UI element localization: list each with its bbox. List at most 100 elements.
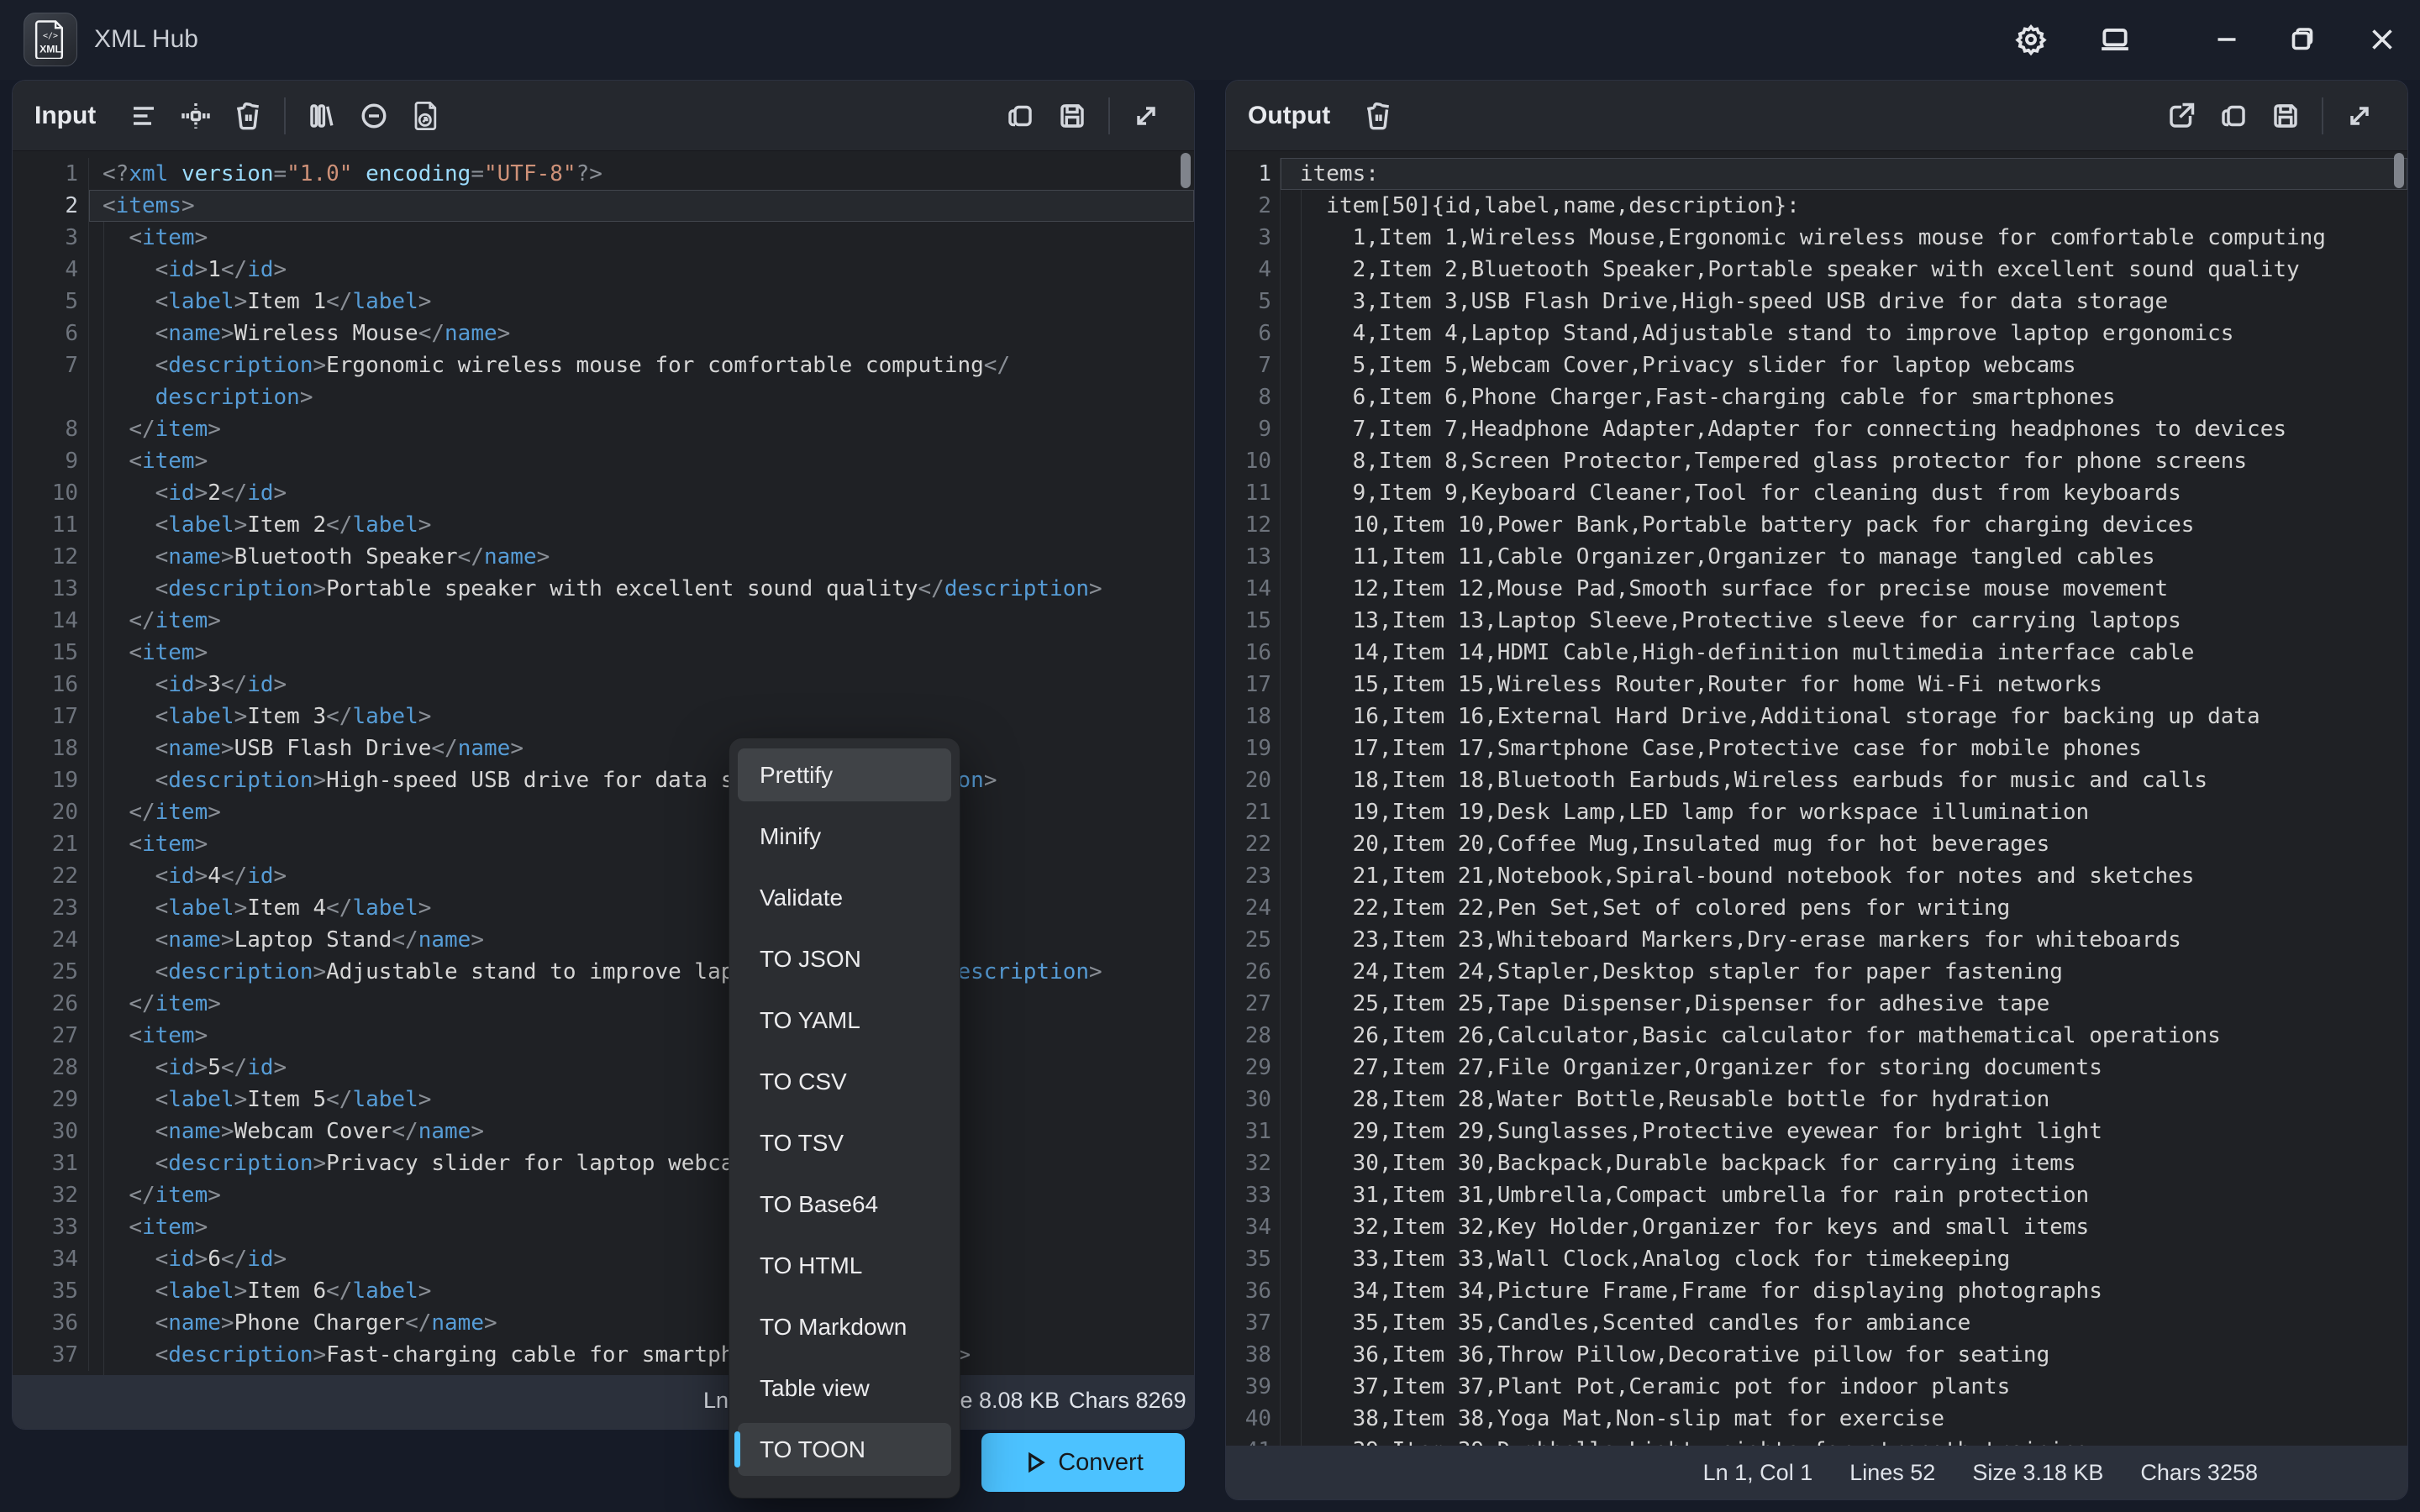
minimize-button[interactable] — [2197, 10, 2256, 69]
copy-input-button[interactable] — [994, 92, 1046, 140]
code-line: 30 28,Item 28,Water Bottle,Reusable bott… — [1226, 1084, 2407, 1116]
menu-item-to-html[interactable]: TO HTML — [738, 1239, 951, 1292]
menu-item-table-view[interactable]: Table view — [738, 1362, 951, 1415]
input-status-bar: Ln Size 8.08 KB Chars 8269 — [13, 1375, 1194, 1429]
menu-item-prettify[interactable]: Prettify — [738, 748, 951, 801]
line-number: 19 — [13, 764, 88, 796]
menu-item-to-json[interactable]: TO JSON — [738, 932, 951, 985]
line-number: 16 — [13, 669, 88, 701]
convert-button[interactable]: Convert — [981, 1433, 1185, 1492]
indent-guide — [103, 222, 104, 1377]
line-number: 3 — [13, 222, 88, 254]
input-vertical-scrollbar[interactable] — [1181, 153, 1191, 188]
code-line: 5 <label>Item 1</label> — [13, 286, 1194, 318]
compress-icon — [181, 101, 211, 131]
code-line: 16 <id>3</id> — [13, 669, 1194, 701]
output-panel: Output — [1225, 80, 2408, 1500]
menu-item-to-markdown[interactable]: TO Markdown — [738, 1300, 951, 1353]
line-number: 1 — [13, 158, 88, 190]
code-line: 12 10,Item 10,Power Bank,Portable batter… — [1226, 509, 2407, 541]
menu-item-to-base64[interactable]: TO Base64 — [738, 1178, 951, 1231]
file-import-icon — [411, 101, 441, 131]
status-item: Ln 1, Col 1 — [1703, 1460, 1813, 1486]
gear-icon — [2015, 24, 2047, 55]
char-count: Chars 8269 — [1069, 1388, 1186, 1414]
menu-item-validate[interactable]: Validate — [738, 871, 951, 924]
clear-input-button[interactable] — [222, 92, 274, 140]
link-button[interactable] — [348, 92, 400, 140]
library-button[interactable] — [296, 92, 348, 140]
restore-button[interactable] — [2273, 10, 2332, 69]
line-number: 27 — [13, 1020, 88, 1052]
line-number: 18 — [1226, 701, 1280, 732]
line-number: 2 — [1226, 190, 1280, 222]
settings-button[interactable] — [2002, 10, 2060, 69]
code-line: 37 <description>Fast-charging cable for … — [13, 1339, 1194, 1371]
save-icon — [1057, 101, 1087, 131]
convert-button-label: Convert — [1058, 1449, 1144, 1477]
code-line: 21 <item> — [13, 828, 1194, 860]
menu-item-to-tsv[interactable]: TO TSV — [738, 1116, 951, 1169]
input-editor[interactable]: 1<?xml version="1.0" encoding="UTF-8"?>2… — [13, 151, 1194, 1377]
copy-output-button[interactable] — [2207, 92, 2260, 140]
close-button[interactable] — [2353, 10, 2412, 69]
output-vertical-scrollbar[interactable] — [2394, 153, 2404, 188]
expand-output-button[interactable] — [2333, 92, 2386, 140]
clear-output-button[interactable] — [1352, 92, 1404, 140]
save-input-button[interactable] — [1046, 92, 1098, 140]
menu-item-to-yaml[interactable]: TO YAML — [738, 994, 951, 1047]
format-button[interactable] — [118, 92, 170, 140]
line-number: 7 — [13, 349, 88, 381]
display-mode-button[interactable] — [2086, 10, 2144, 69]
line-number: 40 — [1226, 1403, 1280, 1435]
code-line: 31 29,Item 29,Sunglasses,Protective eyew… — [1226, 1116, 2407, 1147]
line-number: 39 — [1226, 1371, 1280, 1403]
menu-item-to-toon[interactable]: TO TOON — [738, 1423, 951, 1476]
toolbar-divider — [1108, 97, 1110, 134]
close-icon — [2367, 24, 2397, 55]
minify-button[interactable] — [170, 92, 222, 140]
menu-item-label: Prettify — [760, 762, 833, 789]
code-line: 24 <name>Laptop Stand</name> — [13, 924, 1194, 956]
code-line: 31 <description>Privacy slider for lapto… — [13, 1147, 1194, 1179]
save-output-button[interactable] — [2260, 92, 2312, 140]
line-number: 21 — [1226, 796, 1280, 828]
code-line: 2 item[50]{id,label,name,description}: — [1226, 190, 2407, 222]
load-file-button[interactable] — [400, 92, 452, 140]
code-line: 2<items> — [13, 190, 1194, 222]
app-title: XML Hub — [94, 25, 198, 54]
code-line: 1items: — [1226, 158, 2407, 190]
code-line: 10 8,Item 8,Screen Protector,Tempered gl… — [1226, 445, 2407, 477]
code-line: 26 </item> — [13, 988, 1194, 1020]
code-line: 7 <description>Ergonomic wireless mouse … — [13, 349, 1194, 381]
code-line: 14 12,Item 12,Mouse Pad,Smooth surface f… — [1226, 573, 2407, 605]
code-line: 36 <name>Phone Charger</name> — [13, 1307, 1194, 1339]
line-number: 29 — [1226, 1052, 1280, 1084]
svg-text:</>: </> — [43, 31, 58, 40]
output-status-bar: Ln 1, Col 1Lines 52Size 3.18 KBChars 325… — [1226, 1446, 2407, 1499]
line-number: 13 — [13, 573, 88, 605]
expand-input-button[interactable] — [1120, 92, 1172, 140]
restore-icon — [2287, 24, 2317, 55]
line-number: 9 — [13, 445, 88, 477]
output-editor[interactable]: 1items:2 item[50]{id,label,name,descript… — [1226, 151, 2407, 1447]
line-number: 13 — [1226, 541, 1280, 573]
code-line: 27 <item> — [13, 1020, 1194, 1052]
code-line: 34 32,Item 32,Key Holder,Organizer for k… — [1226, 1211, 2407, 1243]
code-line: 3 <item> — [13, 222, 1194, 254]
code-line: 32 30,Item 30,Backpack,Durable backpack … — [1226, 1147, 2407, 1179]
line-number: 27 — [1226, 988, 1280, 1020]
code-line: 29 27,Item 27,File Organizer,Organizer f… — [1226, 1052, 2407, 1084]
menu-item-to-csv[interactable]: TO CSV — [738, 1055, 951, 1108]
output-toolbar: Output — [1226, 81, 2407, 151]
line-number: 35 — [1226, 1243, 1280, 1275]
line-number: 24 — [13, 924, 88, 956]
input-panel: Input — [12, 80, 1195, 1430]
line-number: 10 — [1226, 445, 1280, 477]
share-output-button[interactable] — [2155, 92, 2207, 140]
menu-item-minify[interactable]: Minify — [738, 810, 951, 863]
line-number: 20 — [1226, 764, 1280, 796]
code-line: 36 34,Item 34,Picture Frame,Frame for di… — [1226, 1275, 2407, 1307]
code-line: 29 <label>Item 5</label> — [13, 1084, 1194, 1116]
menu-item-label: Table view — [760, 1375, 870, 1402]
